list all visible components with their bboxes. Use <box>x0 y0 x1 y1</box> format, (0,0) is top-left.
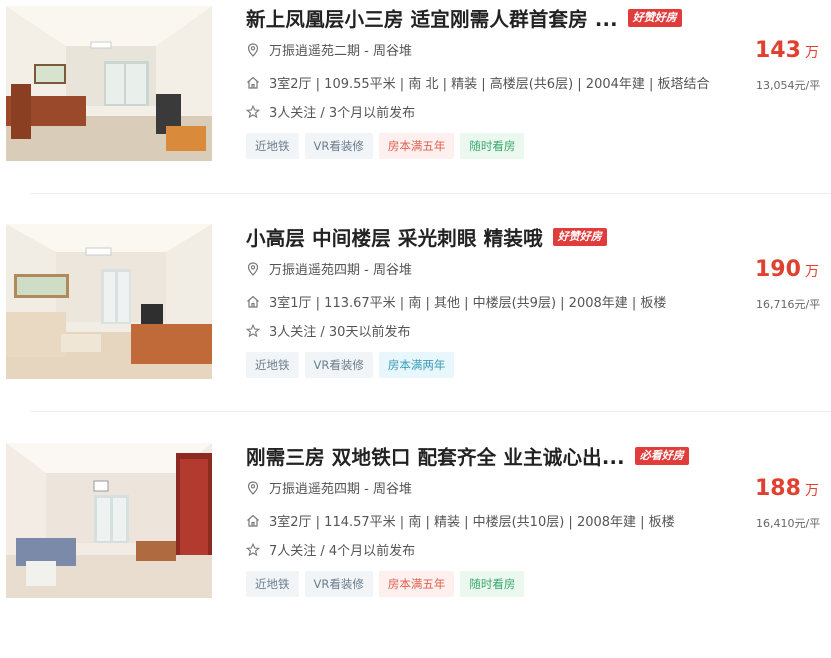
house-icon <box>246 76 260 90</box>
spec-text: 3室2厅 | 109.55平米 | 南 北 | 精装 | 高楼层(共6层) | … <box>269 77 710 92</box>
title-row: 新上凤凰层小三房 适宜刚需人群首套房 ... 好赞好房 <box>246 3 682 32</box>
total-price-value: 190 <box>755 257 801 282</box>
listing-title[interactable]: 小高层 中间楼层 采光刺眼 精装哦 <box>246 222 543 251</box>
location-row: 万振逍遥苑四期 - 周谷堆 <box>246 259 412 278</box>
listing-photo[interactable] <box>6 6 212 161</box>
follow-text: 3人关注 / 30天以前发布 <box>269 325 411 340</box>
listing-photo[interactable] <box>6 224 212 379</box>
tag: 房本满五年 <box>378 571 455 597</box>
unit-price: 13,054元/平 <box>756 79 821 92</box>
star-icon <box>246 542 260 557</box>
divider <box>30 193 831 194</box>
tag: 近地铁 <box>246 352 299 378</box>
tag: 房本满五年 <box>378 133 455 159</box>
follow-text: 7人关注 / 4个月以前发布 <box>269 544 416 559</box>
listing-title[interactable]: 新上凤凰层小三房 适宜刚需人群首套房 ... <box>246 3 618 32</box>
star-icon <box>246 323 260 338</box>
unit-price: 16,716元/平 <box>756 298 821 311</box>
tag: 近地铁 <box>246 571 299 597</box>
star-icon <box>246 104 260 119</box>
price-area: 190 万 16,716元/平 <box>720 219 831 339</box>
total-price: 190 万 <box>755 257 819 282</box>
listing-badge: 好赞好房 <box>552 227 607 246</box>
tag: 近地铁 <box>246 133 299 159</box>
house-icon <box>246 295 260 309</box>
follow-row: 7人关注 / 4个月以前发布 <box>246 540 415 559</box>
total-price: 188 万 <box>755 476 819 501</box>
tag-list: 近地铁 VR看装修 房本满五年 随时看房 <box>246 133 530 159</box>
tag: 房本满两年 <box>378 352 455 378</box>
spec-text: 3室1厅 | 113.67平米 | 南 | 其他 | 中楼层(共9层) | 20… <box>269 296 667 311</box>
total-price: 143 万 <box>755 38 819 63</box>
tag-list: 近地铁 VR看装修 房本满五年 随时看房 <box>246 571 530 597</box>
total-price-unit: 万 <box>804 45 819 61</box>
follow-row: 3人关注 / 30天以前发布 <box>246 321 410 340</box>
price-area: 188 万 16,410元/平 <box>720 438 831 558</box>
total-price-unit: 万 <box>804 264 819 280</box>
spec-text: 3室2厅 | 114.57平米 | 南 | 精装 | 中楼层(共10层) | 2… <box>269 515 675 530</box>
listing-badge: 必看好房 <box>634 446 689 465</box>
location-text[interactable]: 万振逍遥苑四期 - 周谷堆 <box>269 478 412 497</box>
tag: VR看装修 <box>304 352 373 378</box>
listing-photo[interactable] <box>6 443 212 598</box>
tag: VR看装修 <box>304 571 373 597</box>
follow-row: 3人关注 / 3个月以前发布 <box>246 102 415 121</box>
location-row: 万振逍遥苑二期 - 周谷堆 <box>246 40 412 59</box>
listing-card[interactable]: 小高层 中间楼层 采光刺眼 精装哦 好赞好房 万振逍遥苑四期 - 周谷堆 3室1… <box>0 219 831 439</box>
title-row: 小高层 中间楼层 采光刺眼 精装哦 好赞好房 <box>246 222 607 251</box>
unit-price: 16,410元/平 <box>756 517 821 530</box>
listing-badge: 好赞好房 <box>627 8 682 27</box>
tag: 随时看房 <box>460 133 525 159</box>
spec-row: 3室1厅 | 113.67平米 | 南 | 其他 | 中楼层(共9层) | 20… <box>246 292 666 311</box>
listing-card[interactable]: 刚需三房 双地铁口 配套齐全 业主诚心出... 必看好房 万振逍遥苑四期 - 周… <box>0 438 831 658</box>
listing-title[interactable]: 刚需三房 双地铁口 配套齐全 业主诚心出... <box>246 441 625 470</box>
divider <box>30 411 831 412</box>
location-row: 万振逍遥苑四期 - 周谷堆 <box>246 478 412 497</box>
location-pin-icon <box>246 261 260 276</box>
follow-text: 3人关注 / 3个月以前发布 <box>269 106 416 121</box>
spec-row: 3室2厅 | 114.57平米 | 南 | 精装 | 中楼层(共10层) | 2… <box>246 511 675 530</box>
tag: VR看装修 <box>304 133 373 159</box>
location-text[interactable]: 万振逍遥苑二期 - 周谷堆 <box>269 40 412 59</box>
listing-card[interactable]: 新上凤凰层小三房 适宜刚需人群首套房 ... 好赞好房 万振逍遥苑二期 - 周谷… <box>0 0 831 220</box>
location-text[interactable]: 万振逍遥苑四期 - 周谷堆 <box>269 259 412 278</box>
tag: 随时看房 <box>460 571 525 597</box>
title-row: 刚需三房 双地铁口 配套齐全 业主诚心出... 必看好房 <box>246 441 689 470</box>
location-pin-icon <box>246 480 260 495</box>
location-pin-icon <box>246 42 260 57</box>
total-price-unit: 万 <box>804 483 819 499</box>
tag-list: 近地铁 VR看装修 房本满两年 <box>246 352 460 378</box>
total-price-value: 143 <box>755 38 801 63</box>
total-price-value: 188 <box>755 476 801 501</box>
price-area: 143 万 13,054元/平 <box>720 0 831 120</box>
spec-row: 3室2厅 | 109.55平米 | 南 北 | 精装 | 高楼层(共6层) | … <box>246 73 710 92</box>
house-icon <box>246 514 260 528</box>
